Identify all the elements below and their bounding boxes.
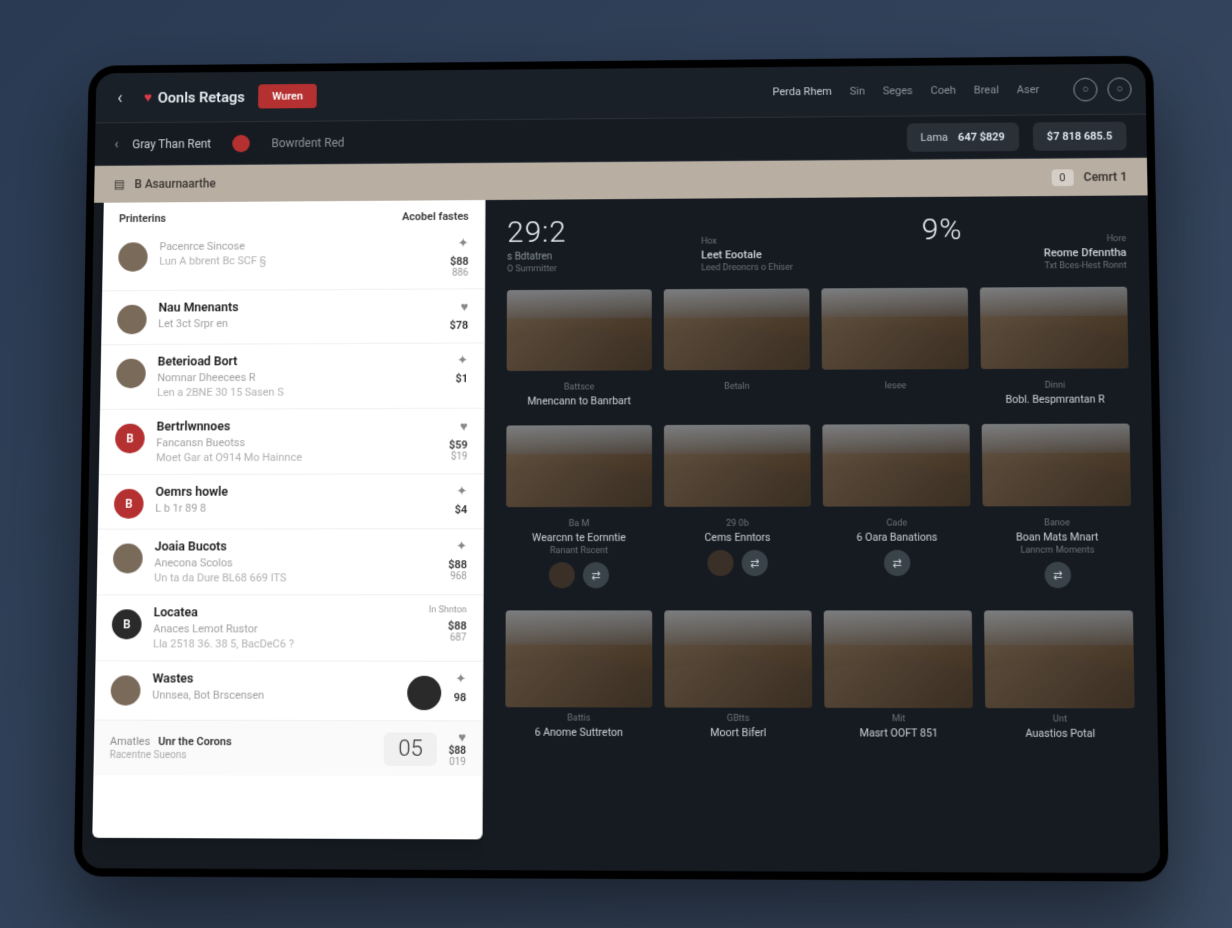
property-thumb (506, 425, 652, 507)
pin-icon: ✦ (450, 236, 469, 251)
avatar (113, 544, 143, 574)
property-thumb (982, 424, 1131, 507)
agent-avatar (549, 562, 575, 588)
sidebar-header-left: Printerins (119, 212, 166, 225)
list-item[interactable]: Pacenrce Sincose Lun A bbrent Bc SCF § ✦… (102, 226, 484, 291)
property-thumb (664, 425, 811, 507)
property-thumb (664, 288, 810, 370)
metric-pill-2[interactable]: $7 818 685.5 (1033, 122, 1127, 151)
list-item[interactable]: B Bertrlwnnoes Fancansn Bueotss Moet Gar… (99, 409, 484, 475)
profile-icon[interactable]: ○ (1107, 77, 1132, 101)
brand-label: Oonls Retags (158, 88, 245, 106)
list-item[interactable]: Beterioad Bort Nomnar Dheecees R Len a 2… (100, 343, 484, 410)
pin-icon: ✦ (455, 484, 468, 499)
stat-primary: 29:2 (507, 214, 671, 249)
heart-icon: ♥ (449, 729, 466, 745)
property-card[interactable] (507, 289, 652, 371)
property-card[interactable]: GBttsMoort Biferl (664, 610, 812, 751)
warning-badge[interactable]: Wuren (258, 84, 316, 109)
pill-label: Lama (920, 131, 948, 144)
property-card[interactable]: UntAuastios Potal (984, 610, 1135, 752)
top-menu: Perda Rhem Sin Seges Coeh Breal Aser (773, 83, 1040, 98)
list-item[interactable]: B Oemrs howle L b 1r 89 8 ✦ $4 (98, 474, 483, 529)
nav-item-0[interactable]: Perda Rhem (773, 85, 832, 98)
metric-pill-1[interactable]: Lama 647 $829 (906, 123, 1019, 152)
list-item[interactable]: Nau Mnenants Let 3ct Srpr en ♥ $78 (101, 289, 484, 345)
pin-icon: ✦ (454, 672, 467, 687)
property-card[interactable] (506, 425, 652, 507)
property-thumb (507, 289, 652, 371)
top-nav: ‹ ♥ Oonls Retags Wuren Perda Rhem Sin Se… (95, 64, 1146, 124)
property-card[interactable] (664, 425, 811, 507)
stat-secondary: 9% (863, 212, 963, 247)
filter-label: B Asaurnaarthe (134, 177, 215, 191)
filter-action[interactable]: Cemrt 1 (1084, 170, 1128, 184)
agent-action-icon[interactable]: ⇄ (742, 550, 768, 576)
nav-item-3[interactable]: Coeh (931, 84, 956, 97)
heart-icon: ♥ (450, 299, 469, 315)
avatar (118, 242, 148, 271)
breadcrumb-1[interactable]: Gray Than Rent (132, 137, 211, 151)
agent-action-icon[interactable]: ⇄ (583, 562, 609, 588)
sidebar-header-right: Acobel fastes (402, 210, 469, 223)
breadcrumb-2[interactable]: Bowrdent Red (271, 135, 344, 149)
count-badge: 05 (384, 732, 437, 766)
property-thumb (984, 610, 1135, 708)
property-thumb (980, 287, 1129, 369)
list-item[interactable]: Wastes Unnsea, Bot Brscensen ✦ 98 (94, 661, 482, 721)
avatar (116, 359, 146, 389)
notification-icon[interactable]: ○ (1073, 77, 1097, 101)
property-thumb (824, 610, 973, 708)
agent-action-icon[interactable]: ⇄ (1044, 562, 1071, 588)
heart-icon: ♥ (449, 419, 468, 435)
sub-back-button[interactable]: ‹ (114, 136, 118, 152)
property-card[interactable]: MitMasrt OOFT 851 (824, 610, 974, 752)
property-thumb (505, 610, 652, 707)
avatar: B (115, 424, 145, 454)
property-card[interactable] (821, 288, 968, 370)
crumb-badge (232, 134, 250, 152)
gallery-main: 29:2 s Bdtatren O Summitter Hox Leet Eoo… (483, 195, 1161, 873)
brand[interactable]: ♥ Oonls Retags (144, 88, 245, 106)
property-thumb (822, 424, 970, 507)
property-thumb (664, 610, 812, 707)
heart-icon: ♥ (144, 89, 152, 105)
list-divider: Amatles Unr the Corons Racentne Sueons 0… (93, 721, 482, 777)
avatar: B (114, 489, 144, 519)
filter-icon: ▤ (114, 177, 125, 191)
property-card[interactable]: Battis6 Anome Suttreton (505, 610, 652, 751)
agent-avatar (707, 550, 733, 576)
back-button[interactable]: ‹ (109, 84, 130, 112)
property-card[interactable] (822, 424, 970, 507)
property-card[interactable] (664, 288, 810, 370)
list-item[interactable]: Joaia Bucots Anecona Scolos Un ta da Dur… (97, 529, 483, 595)
nav-item-4[interactable]: Breal (974, 84, 999, 97)
nav-item-2[interactable]: Seges (883, 84, 913, 97)
property-card[interactable] (980, 287, 1129, 369)
avatar: B (112, 609, 142, 639)
pill2-value: $7 818 685.5 (1047, 130, 1113, 143)
list-item[interactable]: B Locatea Anaces Lemot Rustor Lla 2518 3… (95, 595, 482, 661)
pin-icon: ✦ (448, 539, 467, 554)
property-thumb (821, 288, 968, 370)
nav-item-1[interactable]: Sin (850, 85, 865, 98)
property-card[interactable] (982, 424, 1131, 507)
agent-action-icon[interactable]: ⇄ (884, 550, 911, 576)
nav-item-5[interactable]: Aser (1017, 83, 1040, 96)
pill-value: 647 $829 (958, 130, 1005, 143)
listing-sidebar: Printerins Acobel fastes Pacenrce Sincos… (92, 200, 485, 839)
action-circle-icon[interactable] (408, 676, 442, 710)
avatar (117, 305, 147, 335)
pin-icon: ✦ (456, 353, 469, 368)
result-count: 0 (1051, 169, 1074, 186)
avatar (111, 675, 141, 705)
